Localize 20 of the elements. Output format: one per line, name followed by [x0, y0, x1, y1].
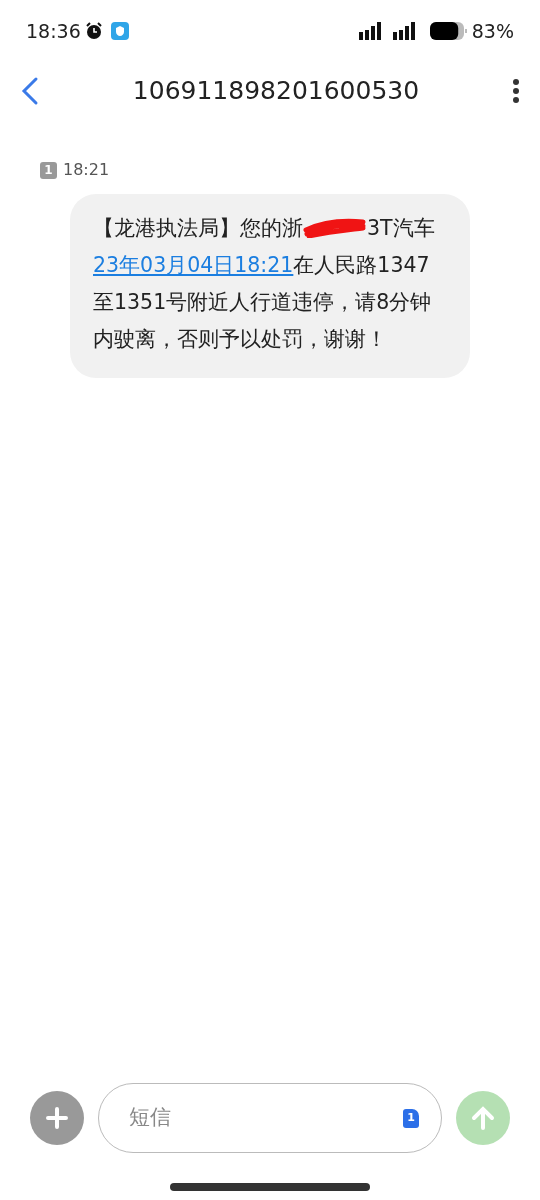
sim-badge: 1	[40, 161, 57, 179]
battery-percent: 83%	[471, 18, 514, 44]
arrow-up-icon	[470, 1105, 496, 1131]
message-time: 18:21	[63, 159, 110, 181]
shield-app-icon	[110, 22, 129, 40]
plus-icon	[45, 1106, 69, 1130]
contact-number: 106911898201600530	[131, 75, 421, 108]
back-icon	[20, 76, 40, 106]
clock-time: 18:36	[26, 18, 81, 44]
date-link[interactable]: 23年03月04日18:21	[93, 253, 294, 277]
back-button[interactable]	[20, 76, 40, 106]
alarm-icon	[84, 22, 103, 40]
sim-selector[interactable]: 1	[403, 1108, 419, 1128]
add-button[interactable]	[30, 1091, 84, 1145]
message-text: 【龙港执法局】您的浙 3T汽车 23年03月04日18:21在人民路1347至1351号附近人行道违停，请8分钟内驶离，否则予以处罚，谢谢！	[93, 215, 436, 353]
send-button[interactable]	[456, 1091, 510, 1145]
battery-icon	[429, 21, 468, 41]
more-button[interactable]	[512, 78, 520, 104]
more-icon	[512, 78, 520, 104]
redaction-scribble	[303, 216, 367, 238]
